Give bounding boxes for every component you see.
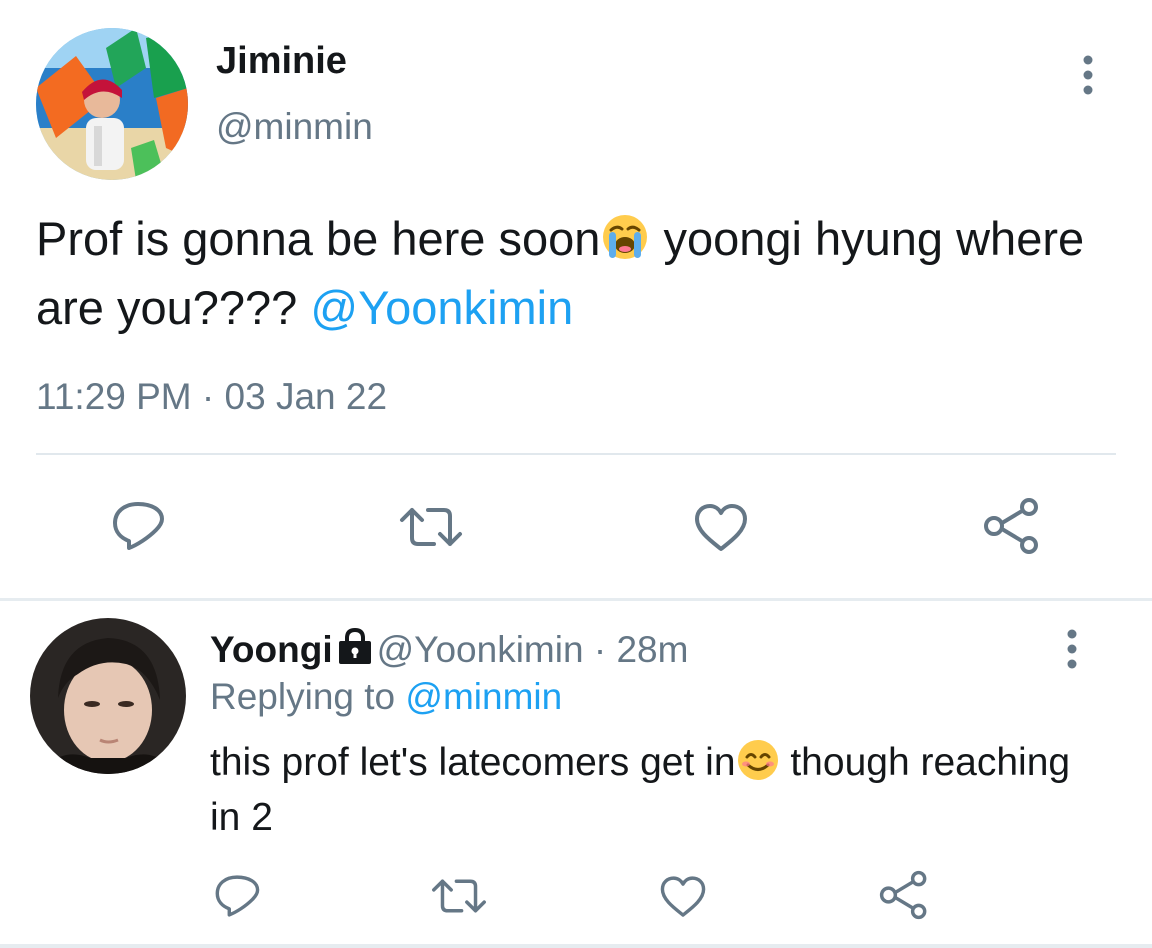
- smiling-face-icon: [736, 738, 780, 794]
- reply-text-part1: this prof let's latecomers get in: [210, 741, 736, 784]
- more-options-icon[interactable]: [1068, 52, 1108, 98]
- reply-text: this prof let's latecomers get in though…: [210, 738, 1110, 842]
- time-ago: 28m: [616, 629, 689, 670]
- tweet-timestamp: 11:29 PM · 03 Jan 22: [36, 374, 387, 420]
- replying-prefix: Replying to: [210, 676, 406, 717]
- main-tweet[interactable]: Jiminie @minmin Prof is gonna be here so…: [0, 0, 1152, 598]
- tweet-date: 03 Jan 22: [224, 376, 388, 417]
- replying-to-link[interactable]: @minmin: [405, 676, 562, 717]
- tweet-time: 11:29 PM: [36, 376, 192, 417]
- bottom-divider: [0, 944, 1152, 948]
- header-separator: ·: [593, 629, 607, 670]
- tweet-text-part1: Prof is gonna be here soon: [36, 212, 601, 265]
- display-name[interactable]: Yoongi: [210, 629, 333, 670]
- lock-icon: [337, 627, 373, 676]
- user-handle[interactable]: @Yoonkimin: [377, 629, 584, 670]
- tweet-text: Prof is gonna be here soon yoongi hyung …: [36, 208, 1126, 339]
- replying-to: Replying to @minmin: [210, 674, 562, 720]
- loudly-crying-face-icon: [600, 212, 650, 277]
- avatar-portrait-image: [30, 618, 186, 774]
- avatar[interactable]: [36, 28, 188, 180]
- timestamp-separator: ·: [201, 376, 215, 417]
- retweet-icon[interactable]: [398, 504, 464, 550]
- retweet-icon[interactable]: [430, 876, 488, 916]
- reply-header: Yoongi @Yoonkimin · 28m: [210, 627, 688, 673]
- share-icon[interactable]: [983, 497, 1041, 555]
- user-handle[interactable]: @minmin: [216, 104, 373, 150]
- divider: [36, 453, 1116, 455]
- avatar[interactable]: [30, 618, 186, 774]
- share-icon[interactable]: [879, 870, 929, 920]
- reply-icon[interactable]: [110, 500, 166, 552]
- reply-icon[interactable]: [213, 873, 261, 919]
- section-divider: [0, 598, 1152, 601]
- display-name[interactable]: Jiminie: [216, 38, 347, 84]
- like-icon[interactable]: [659, 875, 707, 919]
- tweet-thread: Jiminie @minmin Prof is gonna be here so…: [0, 0, 1152, 948]
- mention-link[interactable]: @Yoonkimin: [310, 281, 573, 334]
- like-icon[interactable]: [693, 503, 749, 553]
- avatar-beach-image: [36, 28, 188, 180]
- more-options-icon[interactable]: [1052, 626, 1092, 672]
